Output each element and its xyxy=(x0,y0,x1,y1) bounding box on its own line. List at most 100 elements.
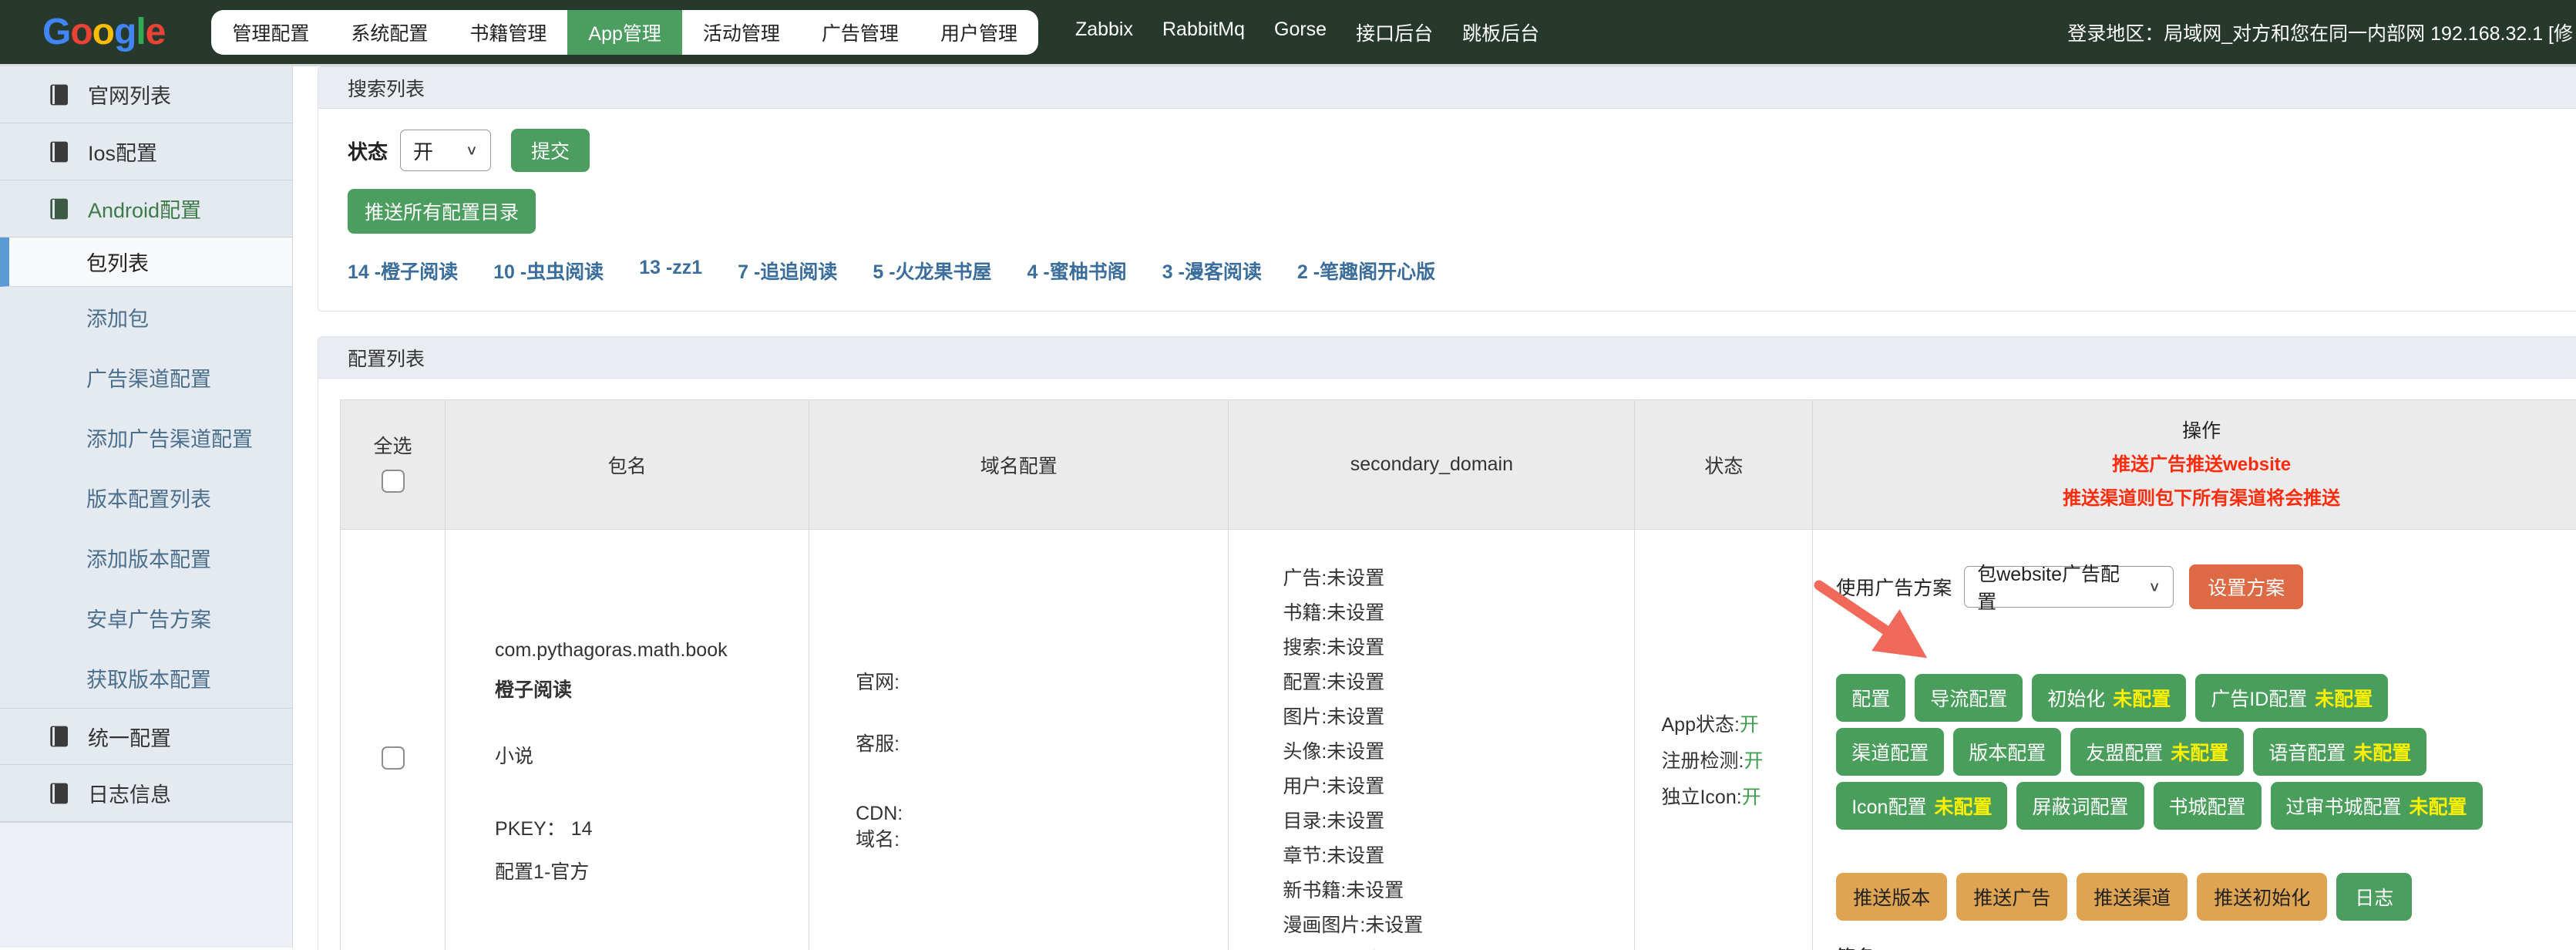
not-configured-badge: 未配置 xyxy=(2113,684,2171,712)
link-rabbitmq[interactable]: RabbitMq xyxy=(1162,19,1245,46)
review-bookstore-config-button[interactable]: 过审书城配置未配置 xyxy=(2271,782,2483,830)
package-display-name: 橙子阅读 xyxy=(495,677,809,703)
menu-item-book-manage[interactable]: 书籍管理 xyxy=(449,10,567,55)
package-config-name: 配置1-官方 xyxy=(495,859,809,885)
not-configured-badge: 未配置 xyxy=(2171,738,2228,766)
init-config-button[interactable]: 初始化未配置 xyxy=(2032,674,2186,722)
push-init-button[interactable]: 推送初始化 xyxy=(2197,873,2327,921)
package-link[interactable]: 2 -笔趣阁开心版 xyxy=(1297,257,1435,285)
book-icon xyxy=(46,83,71,107)
operations-warning-2: 推送渠道则包下所有渠道将会推送 xyxy=(1813,482,2576,516)
select-all-label: 全选 xyxy=(341,431,445,459)
operations-title: 操作 xyxy=(1813,414,2576,448)
package-link[interactable]: 4 -蜜柚书阁 xyxy=(1027,257,1127,285)
signature-label: 签名: xyxy=(1836,942,2576,950)
link-zabbix[interactable]: Zabbix xyxy=(1075,19,1133,46)
sidebar-item-ad-channel-config[interactable]: 广告渠道配置 xyxy=(0,347,292,407)
sidebar-item-get-version-config[interactable]: 获取版本配置 xyxy=(0,648,292,708)
sidebar-item-android-ad-scheme[interactable]: 安卓广告方案 xyxy=(0,588,292,648)
package-id: com.pythagoras.math.book xyxy=(495,637,809,663)
sidebar-item-ios-config[interactable]: Ios配置 xyxy=(0,123,292,180)
sidebar: 官网列表 Ios配置 Android配置 包列表 添加包 广告渠道配置 添加广告… xyxy=(0,66,293,948)
link-jump-backend[interactable]: 跳板后台 xyxy=(1462,19,1539,46)
secondary-line: 漫画图片:未设置 xyxy=(1283,908,1634,943)
package-quick-links: 14 -橙子阅读 10 -虫虫阅读 13 -zz1 7 -追追阅读 5 -火龙果… xyxy=(348,257,2561,285)
row-checkbox[interactable] xyxy=(382,746,405,770)
package-link[interactable]: 13 -zz1 xyxy=(639,257,702,285)
package-link[interactable]: 5 -火龙果书屋 xyxy=(873,257,991,285)
redirect-config-button[interactable]: 导流配置 xyxy=(1915,674,2023,722)
external-links: Zabbix RabbitMq Gorse 接口后台 跳板后台 xyxy=(1075,19,1539,46)
sidebar-item-label: 统一配置 xyxy=(88,722,171,752)
sidebar-item-add-package[interactable]: 添加包 xyxy=(0,287,292,347)
secondary-line: 目录:未设置 xyxy=(1283,804,1634,839)
push-ad-button[interactable]: 推送广告 xyxy=(1956,873,2067,921)
config-panel-title: 配置列表 xyxy=(318,337,2576,379)
book-icon xyxy=(46,197,71,221)
secondary-line: 用户:未设置 xyxy=(1283,770,1634,804)
sidebar-item-add-version-config[interactable]: 添加版本配置 xyxy=(0,527,292,588)
sidebar-item-android-config[interactable]: Android配置 xyxy=(0,180,292,238)
package-link[interactable]: 10 -虫虫阅读 xyxy=(493,257,604,285)
version-config-button[interactable]: 版本配置 xyxy=(1953,728,2061,776)
sidebar-item-label: 安卓广告方案 xyxy=(86,603,211,633)
not-configured-badge: 未配置 xyxy=(2410,792,2467,820)
sidebar-item-label: Android配置 xyxy=(88,194,201,224)
sidebar-filler xyxy=(0,822,292,948)
config-list-panel: 配置列表 全选 包名 域名配置 xyxy=(318,336,2576,950)
header-package-name: 包名 xyxy=(446,400,809,530)
menu-item-user-manage[interactable]: 用户管理 xyxy=(920,10,1038,55)
voice-config-button[interactable]: 语音配置未配置 xyxy=(2253,728,2426,776)
sidebar-item-label: 广告渠道配置 xyxy=(86,362,211,392)
not-configured-badge: 未配置 xyxy=(1934,792,1992,820)
header-status: 状态 xyxy=(1635,400,1813,530)
push-version-button[interactable]: 推送版本 xyxy=(1836,873,1947,921)
sidebar-item-package-list[interactable]: 包列表 xyxy=(0,238,292,287)
log-button[interactable]: 日志 xyxy=(2336,873,2412,921)
chevron-down-icon: ∨ xyxy=(2148,578,2161,595)
book-icon xyxy=(46,781,71,806)
menu-item-system-config[interactable]: 系统配置 xyxy=(330,10,449,55)
link-api-backend[interactable]: 接口后台 xyxy=(1356,19,1433,46)
set-scheme-button[interactable]: 设置方案 xyxy=(2189,564,2303,609)
ad-scheme-label: 使用广告方案 xyxy=(1836,573,1952,601)
table-header-row: 全选 包名 域名配置 secondary_domain 状态 操作 推送广告推送… xyxy=(341,400,2576,530)
icon-config-button[interactable]: Icon配置未配置 xyxy=(1836,782,2007,830)
sidebar-item-unified-config[interactable]: 统一配置 xyxy=(0,708,292,765)
package-link[interactable]: 7 -追追阅读 xyxy=(738,257,837,285)
config-button[interactable]: 配置 xyxy=(1836,674,1905,722)
status-icon-label: 独立Icon: xyxy=(1661,787,1741,808)
ad-id-config-button[interactable]: 广告ID配置未配置 xyxy=(2195,674,2388,722)
menu-item-app-manage[interactable]: App管理 xyxy=(567,10,681,55)
ad-scheme-select[interactable]: 包website广告配置 ∨ xyxy=(1964,566,2174,608)
domain-cdn: CDN: xyxy=(856,800,1228,827)
package-link[interactable]: 3 -漫客阅读 xyxy=(1162,257,1262,285)
secondary-line: 广告:未设置 xyxy=(1283,561,1634,596)
bookstore-config-button[interactable]: 书城配置 xyxy=(2154,782,2262,830)
channel-config-button[interactable]: 渠道配置 xyxy=(1836,728,1944,776)
umeng-config-button[interactable]: 友盟配置未配置 xyxy=(2070,728,2244,776)
menu-item-activity-manage[interactable]: 活动管理 xyxy=(682,10,801,55)
status-label: 状态 xyxy=(348,136,388,165)
status-register-value: 开 xyxy=(1744,750,1763,772)
menu-item-manage-config[interactable]: 管理配置 xyxy=(211,10,330,55)
push-channel-button[interactable]: 推送渠道 xyxy=(2077,873,2188,921)
push-all-config-button[interactable]: 推送所有配置目录 xyxy=(348,189,536,234)
sidebar-item-log-info[interactable]: 日志信息 xyxy=(0,765,292,822)
secondary-domain-cell: 广告:未设置 书籍:未设置 搜索:未设置 配置:未设置 图片:未设置 头像:未设… xyxy=(1229,530,1635,950)
domain-domain: 域名: xyxy=(856,827,1228,853)
ad-scheme-select-value: 包website广告配置 xyxy=(1977,559,2134,615)
submit-button[interactable]: 提交 xyxy=(511,129,590,172)
sidebar-item-add-ad-channel-config[interactable]: 添加广告渠道配置 xyxy=(0,407,292,467)
status-select[interactable]: 开 ∨ xyxy=(400,130,491,171)
blockword-config-button[interactable]: 屏蔽词配置 xyxy=(2016,782,2144,830)
package-link[interactable]: 14 -橙子阅读 xyxy=(348,257,458,285)
menu-item-ad-manage[interactable]: 广告管理 xyxy=(801,10,920,55)
sidebar-item-version-config-list[interactable]: 版本配置列表 xyxy=(0,467,292,527)
select-all-checkbox[interactable] xyxy=(382,470,405,493)
sidebar-item-official-site-list[interactable]: 官网列表 xyxy=(0,66,292,123)
row-checkbox-cell xyxy=(341,530,446,950)
link-gorse[interactable]: Gorse xyxy=(1274,19,1327,46)
secondary-line: 图片:未设置 xyxy=(1283,700,1634,735)
sidebar-item-label: 添加包 xyxy=(86,302,149,332)
